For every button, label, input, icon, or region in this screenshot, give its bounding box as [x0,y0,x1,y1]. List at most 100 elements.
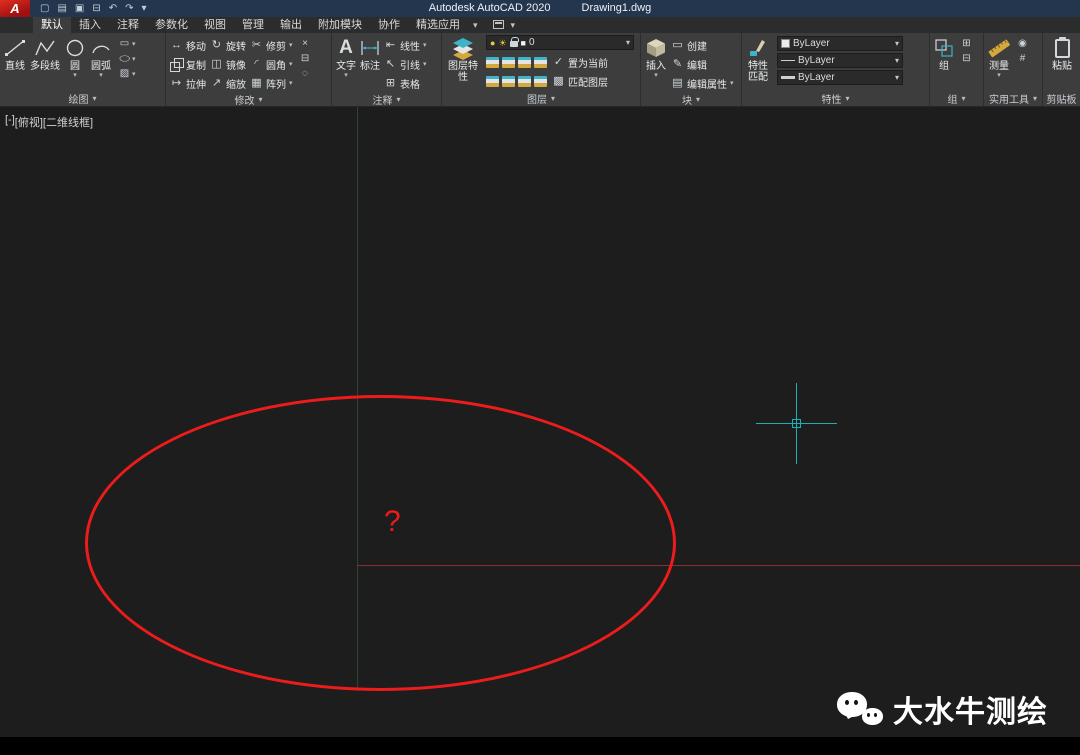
tab-insert[interactable]: 插入 [71,17,109,33]
layer-properties-button[interactable]: 图层特性 [444,35,482,83]
drawing-canvas[interactable]: [-] [俯视] [二维线框] ? 大水牛测绘 [0,107,1080,737]
redo-icon[interactable]: ↷ [125,0,133,17]
erase-button[interactable]: × [299,38,312,49]
layer-dropdown-arrow-icon[interactable]: ▾ [626,38,630,47]
panel-label-properties[interactable]: 特性▾ [742,91,929,106]
autocad-logo[interactable]: A [0,0,30,17]
panel-label-layers[interactable]: 图层▾ [442,91,640,106]
tab-collaborate[interactable]: 协作 [370,17,408,33]
open-file-icon[interactable]: ▤ [57,0,66,17]
move-button[interactable]: ↔移动 [168,36,208,54]
circle-button[interactable]: 圆 ▾ [62,35,88,80]
qat-dropdown-icon[interactable]: ▾ [142,0,147,17]
match-properties-button[interactable]: 特性匹配 [744,35,772,83]
panel-label-annotation[interactable]: 注释▾ [332,92,441,107]
tab-overflow-arrow-icon[interactable]: ▾ [468,17,483,33]
leader-dropdown-icon[interactable]: ▾ [423,60,427,68]
linear-dropdown-icon[interactable]: ▾ [423,41,427,49]
layer-dropdown[interactable]: ● ☀ ■ 0 ▾ [486,35,634,50]
line-button[interactable]: 直线 [2,35,28,72]
linear-dimension-button[interactable]: ⇤线性▾ [382,36,429,54]
ellipse-entity[interactable] [85,395,676,691]
fillet-dropdown-icon[interactable]: ▾ [289,60,293,68]
tab-view[interactable]: 视图 [196,17,234,33]
measure-button[interactable]: 测量 ▾ [986,35,1012,80]
text-dropdown-icon[interactable]: ▾ [344,72,348,80]
copy-button[interactable]: 复制 [168,55,208,73]
panel-label-block[interactable]: 块▾ [641,92,741,107]
panel-label-draw[interactable]: 绘图▾ [0,91,165,106]
save-file-icon[interactable]: ▣ [75,0,84,17]
rotate-button[interactable]: ↻旋转 [208,36,248,54]
edit-attributes-button[interactable]: ▤编辑属性▾ [669,74,736,92]
hatch-tool-button[interactable]: ▨▾ [118,68,136,79]
create-block-button[interactable]: ▭创建 [669,36,736,54]
explode-button[interactable]: ⊟ [299,53,312,64]
count-button[interactable]: # [1016,53,1029,64]
tab-addins[interactable]: 附加模块 [310,17,370,33]
measure-dropdown-icon[interactable]: ▾ [997,72,1001,80]
tab-annotate[interactable]: 注释 [109,17,147,33]
group-edit-button[interactable]: ⊞ [960,38,973,49]
panel-label-clipboard[interactable]: 剪贴板 [1043,91,1080,106]
dimension-button[interactable]: 标注 [358,35,382,72]
circle-dropdown-icon[interactable]: ▾ [73,72,77,80]
question-mark[interactable]: ? [384,506,401,538]
panel-label-modify[interactable]: 修改▾ [166,92,331,107]
layer-on-all-icon[interactable] [518,76,531,87]
layer-freeze-icon[interactable] [518,57,531,68]
new-file-icon[interactable]: ▢ [40,0,49,17]
tab-output[interactable]: 输出 [272,17,310,33]
arc-dropdown-icon[interactable]: ▾ [99,72,103,80]
layer-thaw-icon[interactable]: ☀ [498,37,506,49]
paste-button[interactable]: 粘贴 [1050,35,1074,72]
layer-off-icon[interactable] [534,57,547,68]
panel-label-groups[interactable]: 组▾ [930,91,983,106]
object-color-dropdown[interactable]: ByLayer ▾ [777,36,903,51]
plot-icon[interactable]: ⊟ [92,0,100,17]
insert-block-button[interactable]: 插入 ▾ [643,35,669,80]
leader-button[interactable]: ↖引线▾ [382,55,429,73]
layer-isolate-icon[interactable] [502,57,515,68]
tab-home[interactable]: 默认 [33,17,71,33]
array-button[interactable]: ▦阵列▾ [248,74,295,92]
undo-icon[interactable]: ↶ [109,0,117,17]
arc-button[interactable]: 圆弧 ▾ [88,35,114,80]
match-layer-button[interactable]: ▩匹配图层 [550,73,610,91]
polyline-button[interactable]: 多段线 [28,35,62,72]
id-point-button[interactable]: ◉ [1016,38,1029,49]
ungroup-button[interactable]: ⊟ [960,53,973,64]
array-dropdown-icon[interactable]: ▾ [289,79,293,87]
edit-block-button[interactable]: ✎编辑 [669,55,736,73]
trim-button[interactable]: ✂修剪▾ [248,36,295,54]
viewport-controls-button[interactable]: [-] [5,114,15,130]
layer-on-icon[interactable]: ● [490,37,495,49]
text-button[interactable]: A 文字 ▾ [334,35,358,80]
layer-color-swatch[interactable]: ■ [521,37,526,49]
insert-dropdown-icon[interactable]: ▾ [654,72,658,80]
fillet-button[interactable]: ◜圆角▾ [248,55,295,73]
group-button[interactable]: 组 [932,35,956,72]
scale-button[interactable]: ↗缩放 [208,74,248,92]
tab-manage[interactable]: 管理 [234,17,272,33]
layer-state-icon[interactable] [486,57,499,68]
layer-lock-icon[interactable] [510,41,518,47]
table-button[interactable]: ⊞表格 [382,74,429,92]
panel-label-utilities[interactable]: 实用工具▾ [984,91,1042,106]
edit-attributes-dropdown-icon[interactable]: ▾ [730,79,734,87]
lineweight-dropdown[interactable]: ByLayer ▾ [777,70,903,85]
trim-dropdown-icon[interactable]: ▾ [289,41,293,49]
mirror-button[interactable]: ◫镜像 [208,55,248,73]
ribbon-display-arrow-icon[interactable]: ▾ [506,17,521,33]
ribbon-display-toggle-icon[interactable] [493,20,504,29]
make-current-button[interactable]: ✓置为当前 [550,54,610,72]
stretch-button[interactable]: ↦拉伸 [168,74,208,92]
modify-more-button[interactable]: ◌ [299,68,312,79]
tab-featured-apps[interactable]: 精选应用 [408,17,468,33]
tab-parametric[interactable]: 参数化 [147,17,196,33]
viewport-view-button[interactable]: [俯视] [15,114,43,130]
layer-walk-icon[interactable] [534,76,547,87]
ellipse-tool-button[interactable]: ◯▾ [118,53,136,64]
layer-thaw-all-icon[interactable] [502,76,515,87]
rectangle-tool-button[interactable]: ▭▾ [118,38,136,49]
